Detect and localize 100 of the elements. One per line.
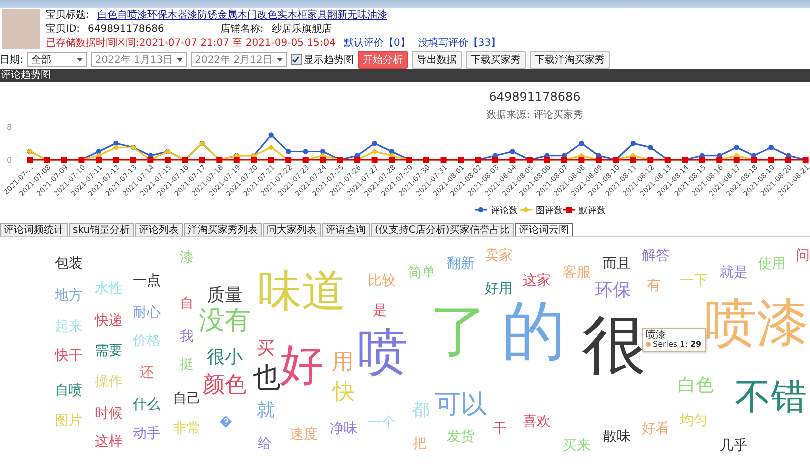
point xyxy=(372,157,378,163)
cloud-word: 可以 xyxy=(435,392,487,418)
point xyxy=(268,132,274,138)
review-link[interactable]: 默认评价【0】 xyxy=(344,37,410,50)
tab[interactable]: 评论词云图 xyxy=(514,223,573,236)
cloud-word: 包装 xyxy=(55,257,83,271)
tab[interactable]: 评论列表 xyxy=(135,223,184,236)
cloud-word: 而且 xyxy=(603,257,631,271)
point xyxy=(268,144,274,151)
tab[interactable]: 评论词频统计 xyxy=(0,223,68,236)
date-field[interactable]: 2022年 1月13日 xyxy=(91,52,188,67)
point xyxy=(786,157,792,163)
date-field[interactable]: 2022年 2月12日 xyxy=(191,52,287,67)
cloud-word: 的 xyxy=(502,300,566,364)
section-header: 评论趋势图 xyxy=(0,69,810,82)
cloud-word: 地方 xyxy=(55,289,83,303)
cloud-word: 漆 xyxy=(180,251,194,265)
point xyxy=(199,157,206,163)
cloud-word: 这样 xyxy=(95,435,123,449)
cloud-word: 是 xyxy=(373,304,387,318)
cloud-word: 卖家 xyxy=(485,249,513,263)
title-label: 宝贝标题: xyxy=(46,9,90,22)
point xyxy=(578,157,585,163)
tab[interactable]: 问大家列表 xyxy=(263,223,322,236)
cloud-word: 自己 xyxy=(173,392,201,406)
legend-item[interactable]: 评论数 xyxy=(475,206,518,216)
cloud-word: 干 xyxy=(493,422,507,436)
cloud-word: 好用 xyxy=(485,282,513,296)
point xyxy=(27,157,33,163)
cloud-word: 比较 xyxy=(368,274,396,288)
cloud-word: 动手 xyxy=(133,427,161,441)
axis-label: 0 xyxy=(7,156,12,165)
cloud-word: 用 xyxy=(332,352,354,374)
date-label: 日期: xyxy=(0,54,24,66)
cloud-word: 也 xyxy=(253,364,281,392)
legend-label: 评论数 xyxy=(491,206,518,216)
cloud-word: 什么 xyxy=(133,398,161,412)
cloud-word: 均匀 xyxy=(680,414,708,428)
cloud-word: 好看 xyxy=(642,422,670,436)
cloud-word: 很 xyxy=(582,314,646,378)
toolbar-button[interactable]: 下载洋淘买家秀 xyxy=(530,50,610,68)
cloud-word: 操作 xyxy=(95,375,123,389)
tab[interactable]: 评语查询 xyxy=(322,223,370,236)
cloud-word: 价格 xyxy=(133,334,161,348)
cloud-word: 自 xyxy=(180,297,194,311)
point xyxy=(113,144,120,151)
cloud-word: 很小 xyxy=(207,349,243,367)
cloud-word: 了 xyxy=(430,302,488,360)
cloud-word: 速度 xyxy=(290,428,318,442)
toolbar-button[interactable]: 导出数据 xyxy=(412,50,462,68)
cloud-word: 喷漆 xyxy=(705,298,809,350)
cloud-word: 给 xyxy=(258,437,272,451)
shop-value: 纱居乐旗舰店 xyxy=(272,23,332,36)
point xyxy=(286,149,292,154)
cloud-word: 快递 xyxy=(95,314,123,328)
tab[interactable]: (仅支持C店分析)买家信誉占比 xyxy=(371,223,514,236)
review-link[interactable]: 没填写评价【33】 xyxy=(418,37,502,50)
cloud-word: 时候 xyxy=(95,407,123,421)
stored-range-text: 已存储数据时间区间:2021-07-07 21:07 至 2021-09-05 15:04 xyxy=(46,37,336,50)
cloud-word: 白色 xyxy=(678,377,714,395)
cloud-word: 一个 xyxy=(368,416,396,430)
dropdown-caret-icon xyxy=(276,58,283,62)
point xyxy=(630,157,636,163)
point xyxy=(768,145,774,150)
legend-label: 默评数 xyxy=(578,206,606,216)
cloud-word: 图片 xyxy=(55,414,83,428)
cloud-word: 起来 xyxy=(55,320,83,334)
unknown-glyph-icon xyxy=(220,416,232,428)
cloud-word: 几乎 xyxy=(720,439,748,453)
shop-label: 店铺名称: xyxy=(220,23,264,36)
cloud-word: 自喷 xyxy=(55,384,83,398)
point xyxy=(130,157,136,163)
range-select[interactable]: 全部 xyxy=(27,52,88,67)
dropdown-caret-icon xyxy=(177,58,184,62)
tab[interactable]: 洋淘买家秀列表 xyxy=(184,223,262,236)
trend-checkbox[interactable] xyxy=(290,54,302,65)
chart-title: 649891178686 xyxy=(489,90,581,104)
axis-label: 8 xyxy=(7,123,12,132)
legend-item[interactable]: 默评数 xyxy=(563,206,606,216)
legend-label: 图评数 xyxy=(536,206,563,216)
cloud-word: 耐心 xyxy=(133,306,161,320)
cloud-word: 颜色 xyxy=(203,375,247,397)
cloud-word: 把 xyxy=(413,437,427,451)
tab[interactable]: sku销量分析 xyxy=(69,223,134,236)
cloud-word: 快干 xyxy=(55,349,83,363)
point xyxy=(389,157,396,163)
cloud-word: 问 xyxy=(796,249,810,263)
point xyxy=(372,140,378,146)
toolbar-button[interactable]: 下载买家秀 xyxy=(466,50,526,68)
photo-placeholder xyxy=(2,9,40,49)
cloud-word: 就 xyxy=(257,402,275,420)
point xyxy=(268,157,274,163)
cloud-word: 翻新 xyxy=(447,257,475,271)
cloud-word: 喜欢 xyxy=(523,415,551,429)
product-title-link[interactable]: 白色自喷漆环保木器漆防锈金属木门改色实木柜家具翻新无味油漆 xyxy=(97,9,388,22)
point xyxy=(303,149,308,154)
point xyxy=(579,140,584,146)
point xyxy=(734,157,740,163)
cloud-word: 味道 xyxy=(258,270,346,314)
legend-item[interactable]: 图评数 xyxy=(520,206,563,216)
